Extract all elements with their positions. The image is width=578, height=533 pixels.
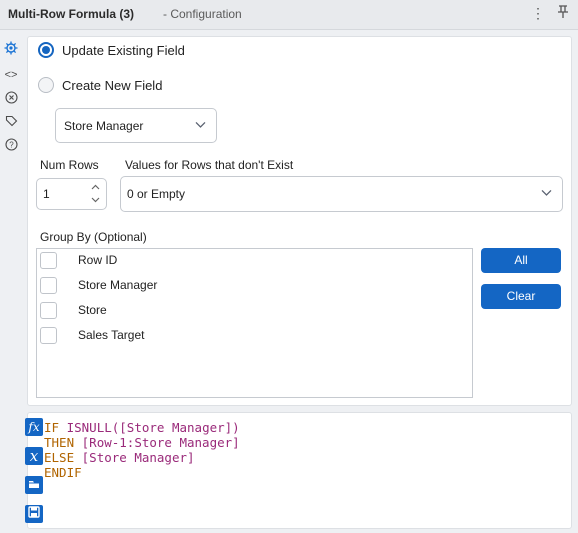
update-existing-radio[interactable]: Update Existing Field <box>38 42 185 58</box>
checkbox[interactable] <box>40 276 57 294</box>
save-icon[interactable] <box>25 505 43 523</box>
code-line-3[interactable]: ELSE [Store Manager] <box>44 450 195 465</box>
list-item-label: Store <box>78 303 107 317</box>
checkbox[interactable] <box>40 251 57 269</box>
num-rows-stepper[interactable]: 1 <box>36 178 107 210</box>
code-keyword: ENDIF <box>44 465 82 480</box>
chevron-down-icon <box>541 187 552 199</box>
group-by-list[interactable]: Row ID Store Manager Store Sales Target <box>36 248 473 398</box>
chevron-down-icon <box>195 119 206 131</box>
variable-icon[interactable]: x <box>25 447 43 465</box>
function-icon[interactable]: fx <box>25 418 43 436</box>
code-field: [Store Manager] <box>119 420 233 435</box>
code-icon[interactable]: <> <box>3 67 19 83</box>
all-button[interactable]: All <box>481 248 561 273</box>
radio-unchecked-icon[interactable] <box>38 77 54 93</box>
code-paren: ) <box>232 420 240 435</box>
more-vertical-icon[interactable]: ⋮ <box>530 5 546 22</box>
list-item-label: Row ID <box>78 253 118 267</box>
help-icon[interactable]: ? <box>3 138 19 154</box>
formula-icon[interactable] <box>3 91 19 107</box>
num-rows-label: Num Rows <box>40 158 99 172</box>
list-item[interactable]: Sales Target <box>40 325 145 345</box>
radio-checked-icon[interactable] <box>38 42 54 58</box>
code-line-4[interactable]: ENDIF <box>44 465 82 480</box>
update-existing-label: Update Existing Field <box>62 42 185 58</box>
code-line-2[interactable]: THEN [Row-1:Store Manager] <box>44 435 240 450</box>
window-subtitle: - Configuration <box>163 7 242 21</box>
list-item[interactable]: Store Manager <box>40 275 157 295</box>
clear-button[interactable]: Clear <box>481 284 561 309</box>
pin-icon[interactable] <box>555 5 571 22</box>
code-field: [Store Manager] <box>81 450 195 465</box>
field-select[interactable]: Store Manager <box>55 108 217 143</box>
checkbox[interactable] <box>40 326 57 344</box>
code-keyword: THEN <box>44 435 75 450</box>
create-new-radio[interactable]: Create New Field <box>38 77 162 93</box>
group-by-label: Group By (Optional) <box>40 230 147 244</box>
nonexist-select[interactable]: 0 or Empty <box>120 176 563 212</box>
sidebar: <> ? <box>0 31 22 533</box>
code-line-1[interactable]: IF ISNULL([Store Manager]) <box>44 420 240 435</box>
list-item-label: Sales Target <box>78 328 145 342</box>
code-function: ISNULL( <box>66 420 120 435</box>
window-title: Multi-Row Formula (3) <box>8 7 134 21</box>
num-rows-value: 1 <box>43 187 50 201</box>
list-item[interactable]: Row ID <box>40 250 117 270</box>
stepper-down-icon[interactable] <box>88 194 102 207</box>
code-keyword: IF <box>44 420 60 435</box>
folder-icon[interactable] <box>25 476 43 494</box>
tag-icon[interactable] <box>3 115 19 131</box>
code-keyword: ELSE <box>44 450 75 465</box>
list-item[interactable]: Store <box>40 300 107 320</box>
field-select-value: Store Manager <box>64 118 144 133</box>
create-new-label: Create New Field <box>62 77 163 93</box>
checkbox[interactable] <box>40 301 57 319</box>
code-field: [Row-1:Store Manager] <box>81 435 240 450</box>
svg-text:?: ? <box>9 141 14 150</box>
gear-icon[interactable] <box>3 41 19 57</box>
list-item-label: Store Manager <box>78 278 158 292</box>
stepper-up-icon[interactable] <box>88 181 102 194</box>
nonexist-select-value: 0 or Empty <box>127 187 186 201</box>
nonexist-label: Values for Rows that don't Exist <box>125 158 294 172</box>
title-bar: Multi-Row Formula (3) - Configuration ⋮ <box>0 0 578 30</box>
